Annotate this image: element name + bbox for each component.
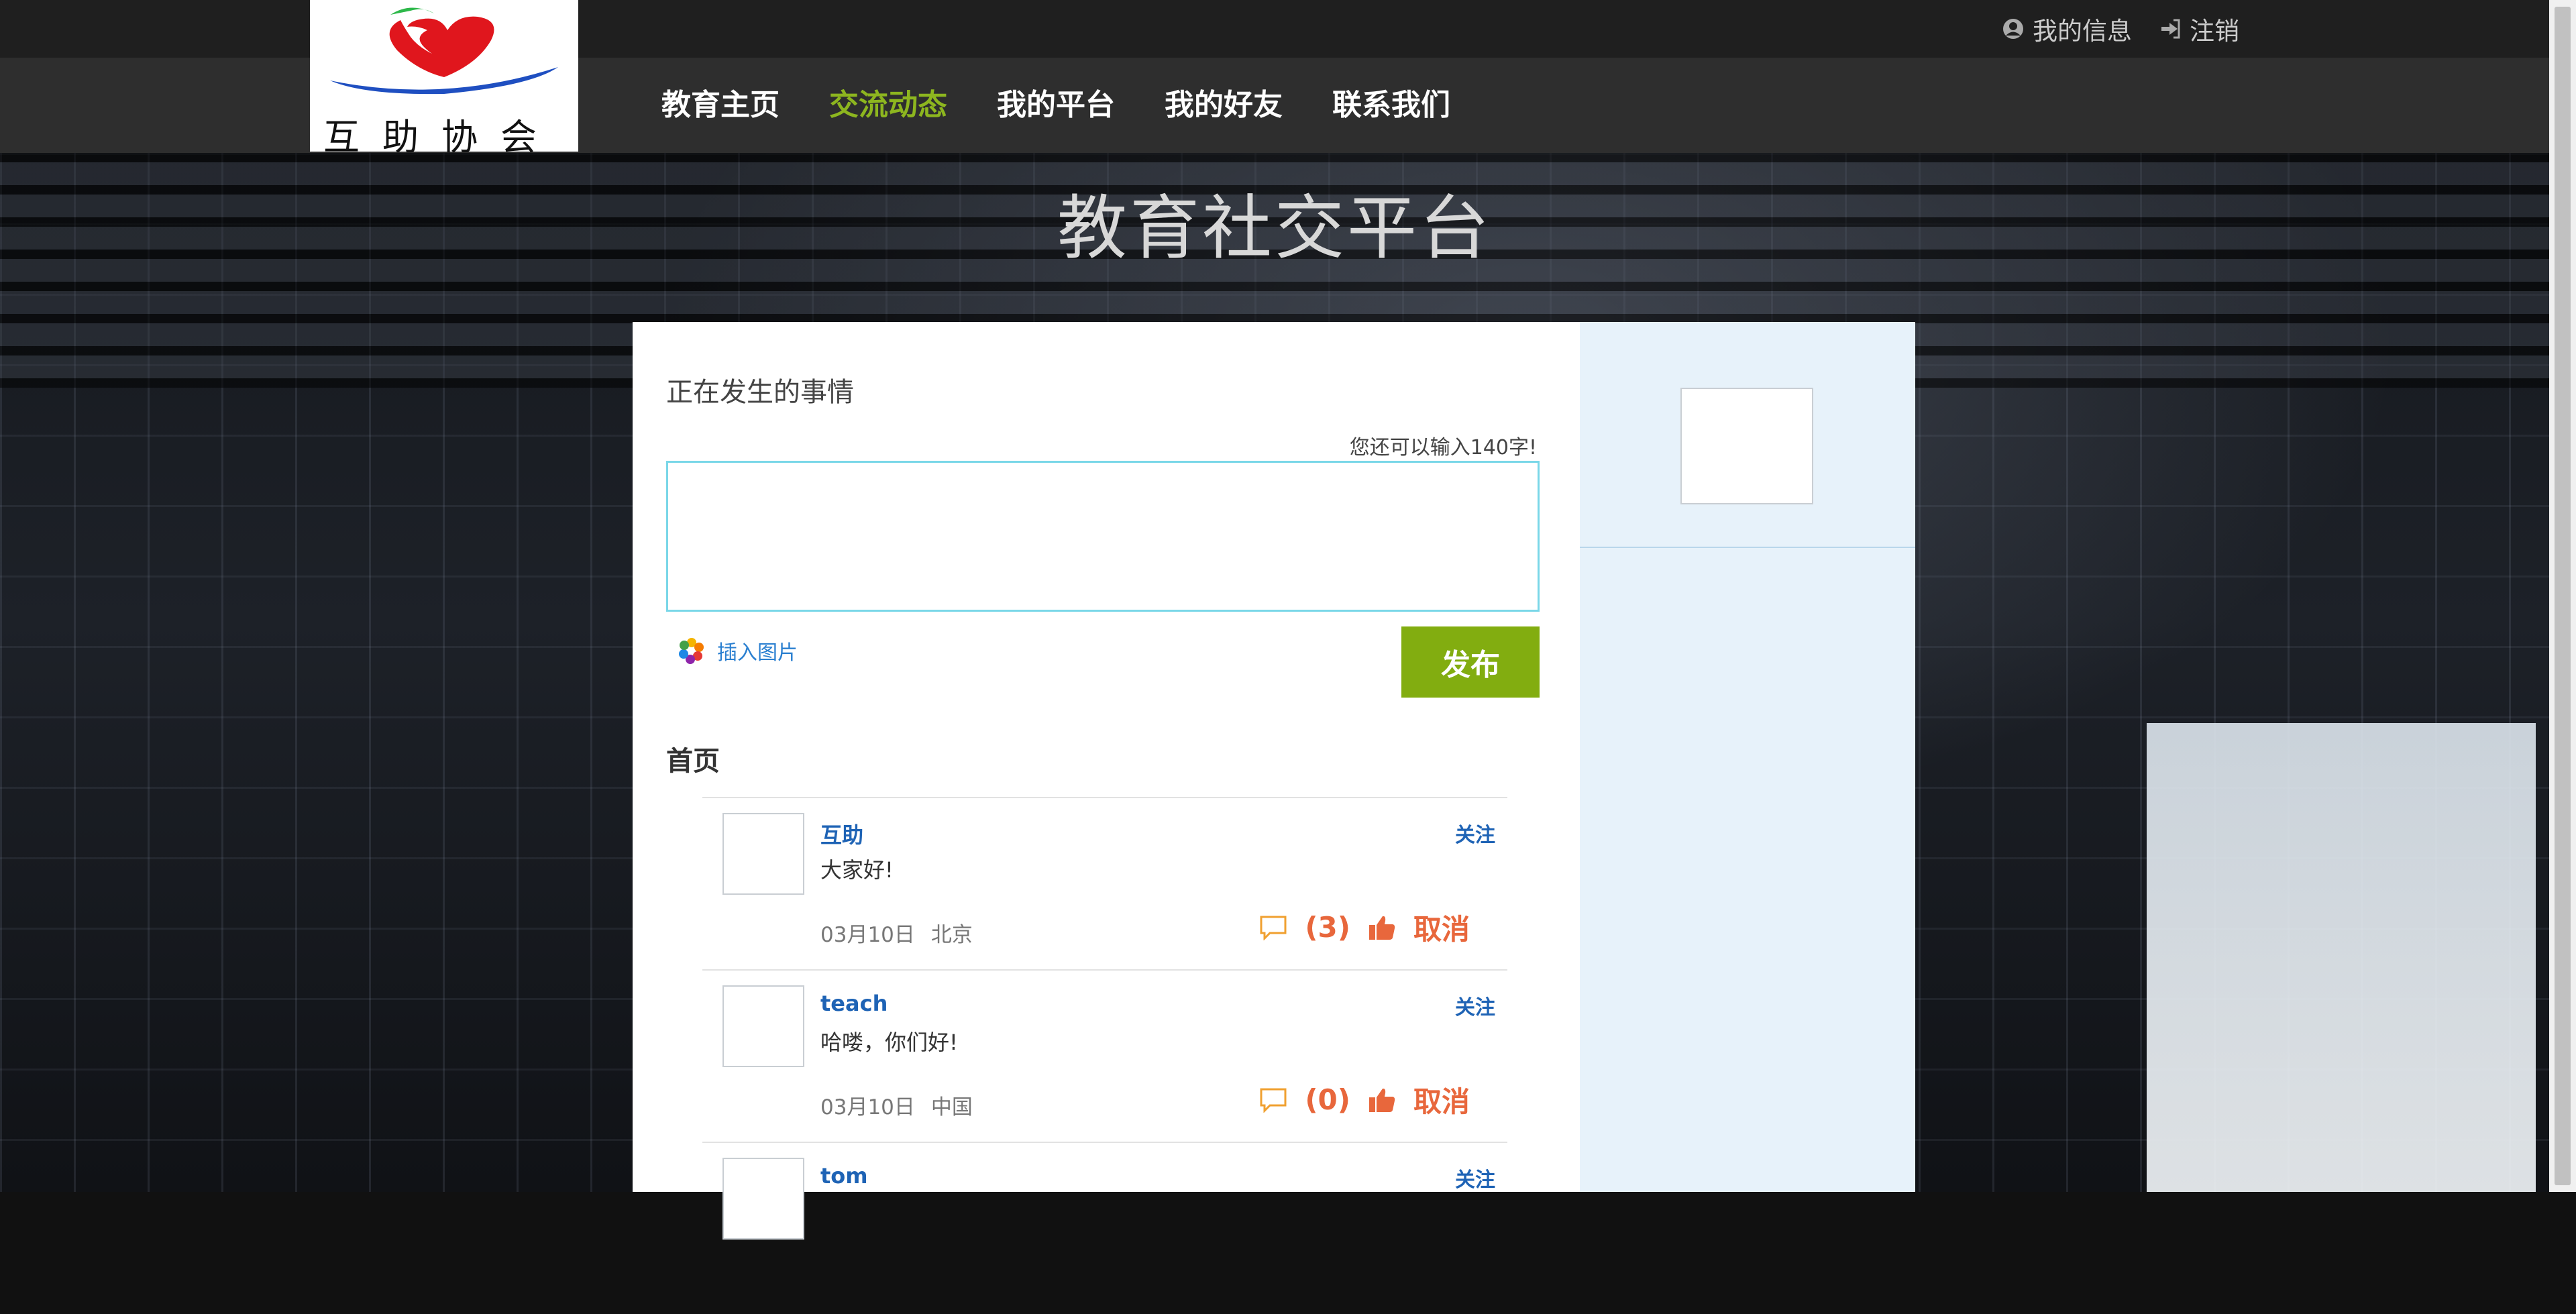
photos-icon xyxy=(679,638,704,664)
logout-label: 注销 xyxy=(2190,17,2239,46)
avatar[interactable] xyxy=(722,813,804,895)
nav-item-my-platform[interactable]: 我的平台 xyxy=(997,80,1115,123)
logo-heart-icon xyxy=(330,7,558,95)
user-links: 我的信息 注销 xyxy=(2002,11,2239,47)
profile-avatar[interactable] xyxy=(1680,388,1813,504)
sidebar-divider xyxy=(1580,547,1915,548)
feed-list: 互助 关注 大家好! 03月10日 北京 (3) 取消 teach 关注 哈喽，… xyxy=(702,797,1507,1314)
sidebar xyxy=(1580,322,1915,1192)
comment-icon[interactable] xyxy=(1259,1087,1287,1113)
post-author[interactable]: teach xyxy=(820,991,888,1016)
insert-image-link[interactable]: 插入图片 xyxy=(677,636,798,665)
thumbs-up-icon[interactable] xyxy=(1368,1087,1396,1113)
scrollbar-thumb[interactable] xyxy=(2555,7,2571,1185)
post-textarea[interactable] xyxy=(666,461,1540,612)
main-nav: 教育主页 交流动态 我的平台 我的好友 联系我们 xyxy=(661,80,1450,123)
list-item: teach 关注 哈喽，你们好! 03月10日 中国 (0) 取消 xyxy=(702,969,1507,1142)
avatar[interactable] xyxy=(722,985,804,1067)
post-meta: 03月10日 北京 xyxy=(820,918,973,948)
page-title: 教育社交平台 xyxy=(1057,187,1492,269)
post-date: 03月10日 xyxy=(820,923,915,947)
post-location: 中国 xyxy=(930,1095,973,1119)
cancel-like-button[interactable]: 取消 xyxy=(1413,1079,1470,1120)
cancel-like-button[interactable]: 取消 xyxy=(1413,907,1470,948)
publish-button[interactable]: 发布 xyxy=(1401,626,1540,698)
post-actions: (3) 取消 xyxy=(1259,907,1470,948)
feed-title: 首页 xyxy=(666,746,720,777)
follow-button[interactable]: 关注 xyxy=(1455,991,1495,1020)
nav-item-education-home[interactable]: 教育主页 xyxy=(661,80,780,123)
my-info-link[interactable]: 我的信息 xyxy=(2002,11,2132,47)
thumbs-up-icon[interactable] xyxy=(1368,914,1396,941)
scrollbar[interactable] xyxy=(2549,0,2576,1192)
nav-item-my-friends[interactable]: 我的好友 xyxy=(1165,80,1283,123)
insert-image-label: 插入图片 xyxy=(717,641,798,665)
comment-count[interactable]: (3) xyxy=(1305,911,1350,944)
post-author[interactable]: tom xyxy=(820,1163,868,1189)
main-panel: 正在发生的事情 您还可以输入140字! 插入图片 发布 首页 互助 关注 大家好… xyxy=(633,322,1580,1240)
sign-in-icon xyxy=(2161,19,2180,39)
follow-button[interactable]: 关注 xyxy=(1455,818,1495,848)
post-date: 03月10日 xyxy=(820,1095,915,1119)
list-item: 互助 关注 大家好! 03月10日 北京 (3) 取消 xyxy=(702,797,1507,969)
post-text: 哈喽，你们好! xyxy=(820,1030,958,1055)
nav-item-contact-us[interactable]: 联系我们 xyxy=(1332,80,1450,123)
avatar[interactable] xyxy=(722,1158,804,1240)
my-info-label: 我的信息 xyxy=(2033,17,2132,46)
post-text: 大家好! xyxy=(820,857,894,883)
comment-count[interactable]: (0) xyxy=(1305,1083,1350,1116)
post-location: 北京 xyxy=(930,923,973,947)
comment-icon[interactable] xyxy=(1259,915,1287,940)
list-item: tom 关注 xyxy=(702,1142,1507,1314)
logout-link[interactable]: 注销 xyxy=(2159,11,2239,47)
composer-heading: 正在发生的事情 xyxy=(666,377,854,408)
user-circle-icon xyxy=(2003,19,2023,39)
logo[interactable]: 互助协会 xyxy=(310,0,578,158)
logo-text: 互助协会 xyxy=(323,116,559,158)
post-author[interactable]: 互助 xyxy=(820,818,863,849)
post-meta: 03月10日 中国 xyxy=(820,1090,973,1120)
nav-item-activity[interactable]: 交流动态 xyxy=(829,80,947,123)
char-remaining: 您还可以输入140字! xyxy=(1349,436,1537,459)
post-actions: (0) 取消 xyxy=(1259,1079,1470,1120)
follow-button[interactable]: 关注 xyxy=(1455,1163,1495,1193)
